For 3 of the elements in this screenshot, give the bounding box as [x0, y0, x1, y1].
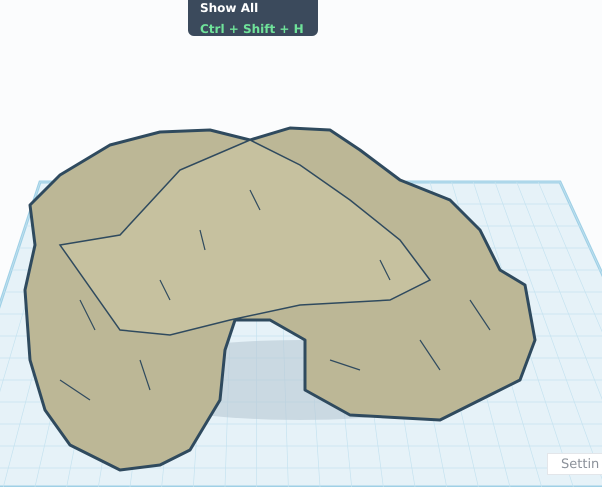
shortcut-text: Ctrl + Shift + H [200, 21, 304, 38]
tooltip-title: Show All [200, 1, 260, 16]
settings-button[interactable]: Settin [547, 453, 602, 475]
